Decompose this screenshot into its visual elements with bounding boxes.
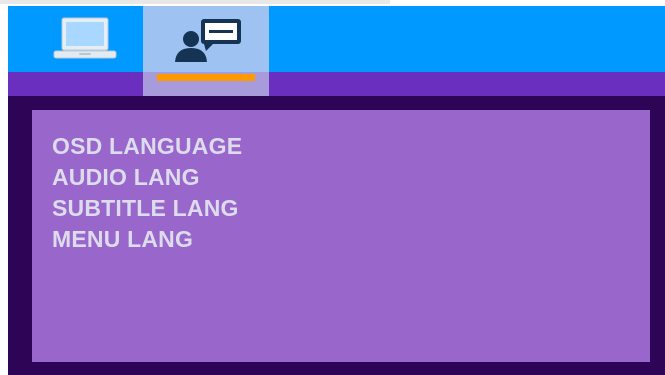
language-menu: OSD LANGUAGE AUDIO LANG SUBTITLE LANG ME… (52, 131, 242, 255)
tab-language[interactable] (143, 6, 269, 96)
menu-item-osd-language[interactable]: OSD LANGUAGE (52, 131, 242, 162)
menu-item-audio-lang[interactable]: AUDIO LANG (52, 162, 242, 193)
top-strip (0, 0, 390, 4)
tab-display[interactable] (8, 6, 143, 96)
monitor-icon (53, 17, 117, 59)
menu-item-subtitle-lang[interactable]: SUBTITLE LANG (52, 193, 242, 224)
osd-window: OSD LANGUAGE AUDIO LANG SUBTITLE LANG ME… (8, 6, 665, 375)
user-chat-icon (175, 19, 241, 62)
selected-tab-indicator (157, 74, 255, 81)
menu-item-menu-lang[interactable]: MENU LANG (52, 224, 242, 255)
settings-panel: OSD LANGUAGE AUDIO LANG SUBTITLE LANG ME… (32, 110, 650, 362)
